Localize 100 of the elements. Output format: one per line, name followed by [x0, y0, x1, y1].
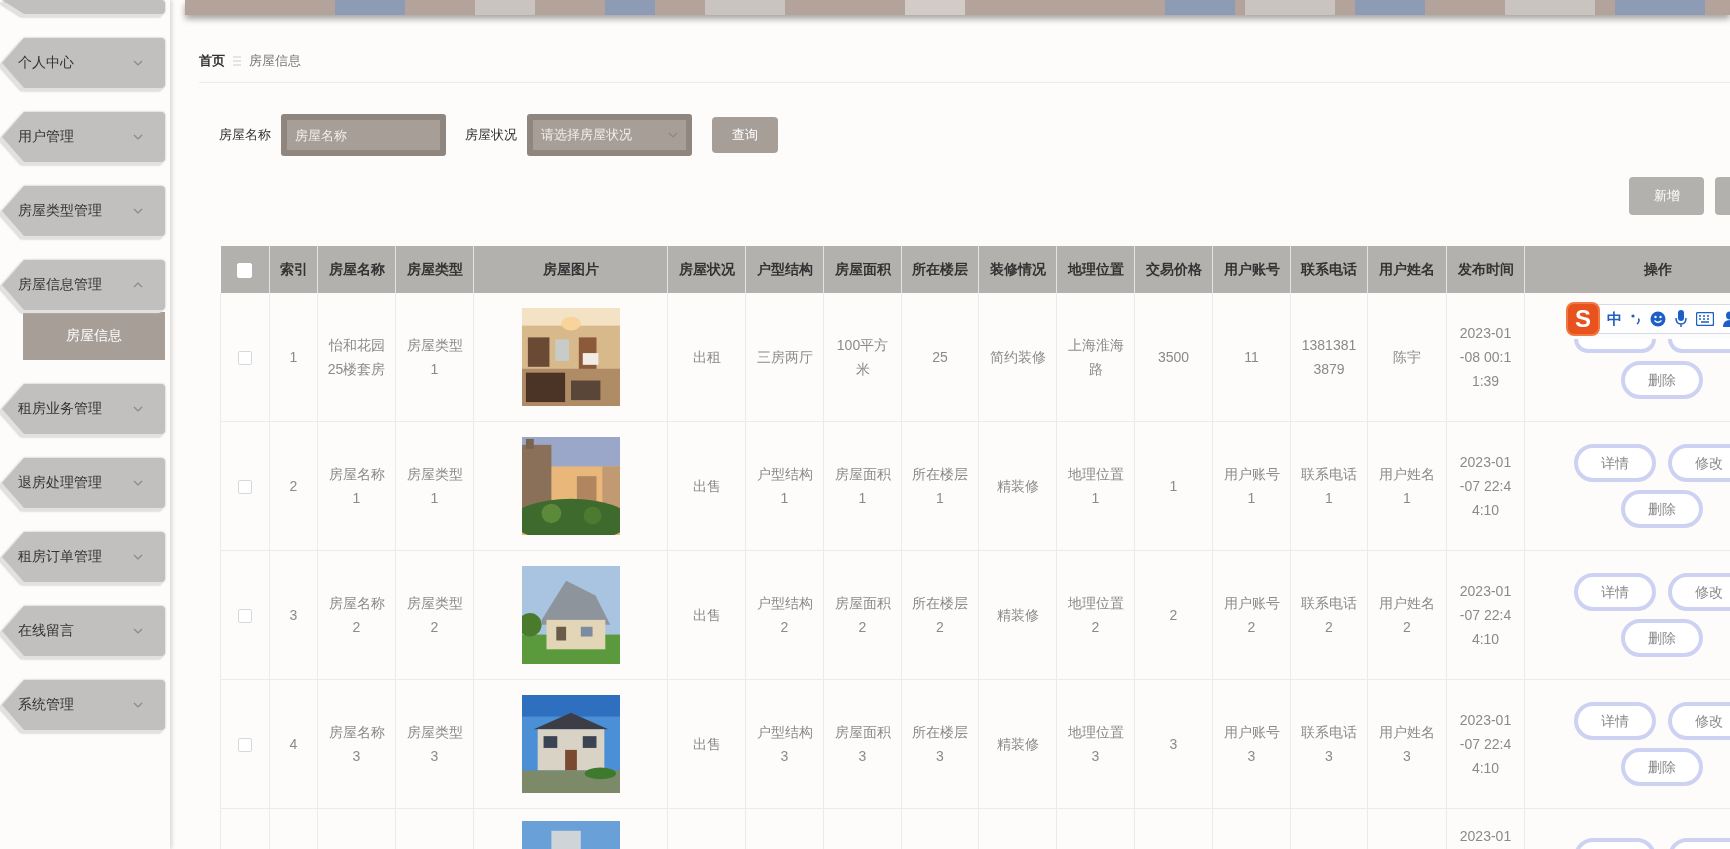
column-header: 房屋名称	[317, 246, 396, 293]
column-header: 联系电话	[1290, 246, 1368, 293]
table-cell-text: 房屋类型1	[405, 336, 464, 379]
table-cell-text: 精装修	[995, 606, 1040, 625]
menu-item[interactable]: 租房业务管理	[2, 384, 165, 434]
field-label: 房屋名称	[219, 126, 271, 144]
search-field[interactable]: 房屋名称	[281, 114, 446, 156]
menu-item[interactable]: 房屋类型管理	[2, 186, 165, 236]
table-cell-text: 2023-01-07 22:44:10	[1458, 582, 1513, 649]
table-cell-text: 2023-01-07 22:44:10	[1458, 711, 1513, 778]
table-cell-text: 用户姓名1	[1378, 465, 1436, 508]
menu-item[interactable]: 房屋信息管理	[2, 260, 165, 310]
column-header: 房屋状况	[667, 246, 746, 293]
column-header: 发布时间	[1446, 246, 1525, 293]
table-cell-text: 3500	[1156, 348, 1191, 367]
table-cell-text: 用户账号3	[1222, 723, 1281, 766]
table-cell-text: 房屋类型2	[405, 594, 464, 637]
table-cell-text: 3	[1168, 735, 1179, 754]
action-button[interactable]: 修改	[1668, 702, 1730, 740]
table-cell-text: 房屋面积1	[833, 465, 892, 508]
field-label: 房屋状况	[465, 126, 517, 144]
menu-item[interactable]: 用户管理	[2, 112, 165, 162]
table-cell-text: 出售	[691, 477, 722, 496]
action-button[interactable]: 详情	[1574, 444, 1656, 482]
table-cell-text: 地理位置1	[1066, 465, 1125, 508]
table-cell-text: 用户姓名3	[1378, 723, 1436, 766]
action-button[interactable]: 详情	[1574, 573, 1656, 611]
table-cell-text: 地理位置2	[1066, 594, 1125, 637]
table-cell-text: 房屋名称3	[327, 723, 386, 766]
table-cell-text: 联系电话2	[1300, 594, 1358, 637]
table-cell-text: 出售	[691, 606, 722, 625]
action-button[interactable]: 修改	[1668, 444, 1730, 482]
menu-item[interactable]: 在线留言	[2, 606, 165, 656]
table-cell-text: 房屋面积2	[833, 594, 892, 637]
menu-item[interactable]: 系统管理	[2, 680, 165, 730]
column-header: 房屋面积	[823, 246, 902, 293]
action-button[interactable]: 修改	[1668, 573, 1730, 611]
table-cell-text: 出售	[691, 735, 722, 754]
column-header: 房屋类型	[395, 246, 474, 293]
table-cell-text: 户型结构2	[755, 594, 814, 637]
table-cell-text: 4	[288, 735, 299, 754]
column-header: 装修情况	[978, 246, 1057, 293]
table-cell-text: 用户姓名2	[1378, 594, 1436, 637]
table-cell-text: 11	[1243, 348, 1260, 367]
table-cell-text: 怡和花园25楼套房	[326, 336, 387, 379]
action-button[interactable]: 详情	[1574, 702, 1656, 740]
column-header: 房屋图片	[473, 246, 668, 293]
table-cell-text: 用户账号1	[1222, 465, 1281, 508]
table-cell-text: 地理位置3	[1066, 723, 1125, 766]
select-field[interactable]: 请选择房屋状况	[527, 114, 692, 156]
table-cell-text: 三房两厅	[755, 348, 814, 367]
table-cell-text: 简约装修	[988, 348, 1047, 367]
table-cell-text: 联系电话1	[1300, 465, 1358, 508]
table-cell-text: 1	[288, 348, 299, 367]
breadcrumb-current: 房屋信息	[249, 52, 301, 70]
table-cell-text: 房屋类型3	[405, 723, 464, 766]
table-cell-text: 房屋名称2	[327, 594, 386, 637]
search-button[interactable]: 查询	[712, 117, 778, 153]
table-cell-text: 所在楼层2	[911, 594, 969, 637]
add-button[interactable]: 新增	[1629, 177, 1704, 215]
table-cell-text: 13813813879	[1300, 336, 1358, 379]
submenu-item[interactable]: 房屋信息	[23, 312, 165, 360]
menu-item[interactable]: 退房处理管理	[2, 458, 165, 508]
table-cell-text: 精装修	[995, 735, 1040, 754]
table-cell-text: 2	[1168, 606, 1179, 625]
table-cell-text: 所在楼层3	[911, 723, 969, 766]
menu-item[interactable]: 个人中心	[2, 38, 165, 88]
table-cell-text: 100平方米	[835, 336, 890, 379]
table-cell-text: 1	[1168, 477, 1179, 496]
table-cell-text: 户型结构3	[755, 723, 814, 766]
column-header: 操作	[1524, 246, 1730, 293]
table-cell-text: 精装修	[995, 477, 1040, 496]
action-button[interactable]: 删除	[1621, 490, 1703, 528]
table-cell-text: 用户账号2	[1222, 594, 1281, 637]
ime-mode[interactable]: 中	[1607, 309, 1622, 329]
column-header: 用户姓名	[1367, 246, 1447, 293]
menu-item[interactable]: 租房订单管理	[2, 532, 165, 582]
table-cell-text: 2	[288, 477, 299, 496]
table-cell-text: 出租	[691, 348, 722, 367]
column-header: 用户账号	[1212, 246, 1291, 293]
table-cell-text: 房屋名称1	[327, 465, 386, 508]
table-cell-text: 2023-01-07 22:44:10	[1458, 453, 1513, 520]
ime-logo[interactable]: S	[1566, 302, 1600, 336]
column-header: 户型结构	[745, 246, 824, 293]
table-cell-text: 所在楼层1	[911, 465, 969, 508]
table-cell-text: 3	[288, 606, 299, 625]
table-cell-text: 陈宇	[1392, 348, 1422, 367]
table-cell-text: 房屋面积3	[833, 723, 892, 766]
table-cell-text: 2023-01	[1459, 827, 1512, 846]
table-cell-text: 上海淮海路	[1066, 336, 1125, 379]
column-header: 交易价格	[1134, 246, 1213, 293]
breadcrumb-link[interactable]: 首页	[199, 52, 225, 70]
action-button[interactable]: 删除	[1621, 361, 1703, 399]
action-button[interactable]: 删除	[1621, 619, 1703, 657]
column-header: 地理位置	[1056, 246, 1135, 293]
table-cell-text: 25	[931, 348, 949, 367]
column-header: 索引	[269, 246, 318, 293]
column-header: 所在楼层	[901, 246, 979, 293]
action-button[interactable]: 删除	[1621, 748, 1703, 786]
table-cell-text: 房屋类型1	[405, 465, 464, 508]
